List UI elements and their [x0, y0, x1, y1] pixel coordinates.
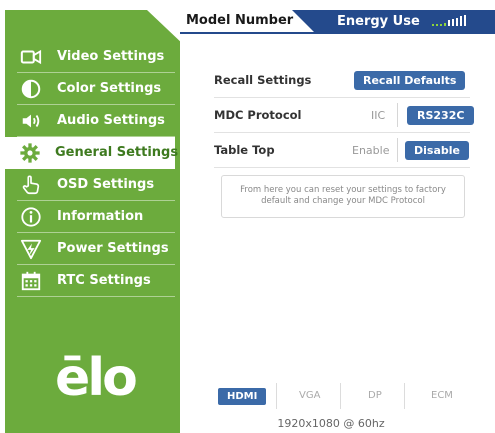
input-source-selector: HDMI VGA DP ECM	[218, 383, 478, 409]
sidebar-item-rtc-settings[interactable]: RTC Settings	[17, 265, 175, 297]
mdc-option-iic[interactable]: IIC	[371, 109, 385, 122]
calendar-icon	[19, 270, 43, 292]
energy-bar	[440, 24, 443, 26]
header-divider	[180, 32, 495, 34]
energy-bar	[444, 23, 447, 26]
sidebar-item-label: Audio Settings	[57, 113, 165, 128]
sidebar-item-label: Information	[57, 209, 144, 224]
recall-settings-row: Recall Settings Recall Defaults	[214, 63, 470, 98]
sidebar-item-label: OSD Settings	[57, 177, 155, 192]
gear-icon	[19, 142, 41, 164]
table-top-disable-option[interactable]: Disable	[405, 140, 469, 160]
input-dp[interactable]: DP	[368, 383, 382, 409]
energy-bar	[452, 19, 455, 26]
input-vga[interactable]: VGA	[299, 383, 320, 409]
sidebar-item-label: Color Settings	[57, 81, 162, 96]
sidebar-item-general-settings[interactable]: General Settings	[5, 137, 179, 169]
table-top-enable-option[interactable]: Enable	[352, 144, 389, 157]
input-hdmi[interactable]: HDMI	[218, 388, 267, 405]
table-top-label: Table Top	[214, 143, 275, 157]
input-ecm[interactable]: ECM	[431, 383, 453, 409]
hand-pointer-icon	[19, 174, 43, 196]
mdc-option-rs232c[interactable]: RS232C	[407, 105, 475, 125]
help-text-box: From here you can reset your settings to…	[221, 175, 465, 218]
input-divider	[276, 383, 277, 409]
energy-bar	[460, 16, 463, 26]
input-divider	[404, 383, 405, 409]
energy-level-meter	[432, 15, 467, 26]
sidebar-item-label: Power Settings	[57, 241, 169, 256]
energy-use-tab[interactable]: Energy Use	[292, 10, 495, 34]
sidebar-item-information[interactable]: Information	[17, 201, 175, 233]
power-bolt-icon	[19, 238, 43, 260]
elo-logo: ēlo	[55, 348, 138, 408]
input-divider	[340, 383, 341, 409]
option-divider	[397, 138, 398, 162]
mdc-protocol-label: MDC Protocol	[214, 108, 302, 122]
sidebar-item-power-settings[interactable]: Power Settings	[17, 233, 175, 265]
contrast-icon	[19, 78, 43, 100]
energy-use-label: Energy Use	[337, 14, 420, 29]
general-settings-panel: Recall Settings Recall Defaults MDC Prot…	[214, 63, 475, 168]
recall-settings-label: Recall Settings	[214, 73, 312, 87]
sidebar-item-video-settings[interactable]: Video Settings	[17, 41, 175, 73]
sidebar-item-label: Video Settings	[57, 49, 165, 64]
resolution-readout: 1920x1080 @ 60hz	[277, 417, 385, 430]
energy-bar	[432, 24, 435, 26]
energy-bar	[448, 20, 451, 26]
sidebar-item-color-settings[interactable]: Color Settings	[17, 73, 175, 105]
energy-bar	[436, 24, 439, 26]
video-camera-icon	[19, 46, 43, 68]
sidebar-item-audio-settings[interactable]: Audio Settings	[17, 105, 175, 137]
recall-defaults-button[interactable]: Recall Defaults	[354, 70, 466, 90]
sidebar-item-label: General Settings	[55, 145, 179, 160]
energy-bar	[456, 18, 459, 26]
option-divider	[397, 103, 398, 127]
table-top-row: Table Top Enable Disable	[214, 133, 470, 168]
speaker-icon	[19, 110, 43, 132]
sidebar-item-label: RTC Settings	[57, 273, 151, 288]
model-number-tab[interactable]: Model Number	[180, 10, 300, 32]
energy-bar	[464, 15, 467, 26]
sidebar-item-osd-settings[interactable]: OSD Settings	[17, 169, 175, 201]
sidebar-menu: Video Settings Color Settings Audio Sett…	[5, 41, 178, 297]
info-icon	[19, 206, 43, 228]
mdc-protocol-row: MDC Protocol IIC RS232C	[214, 98, 475, 133]
